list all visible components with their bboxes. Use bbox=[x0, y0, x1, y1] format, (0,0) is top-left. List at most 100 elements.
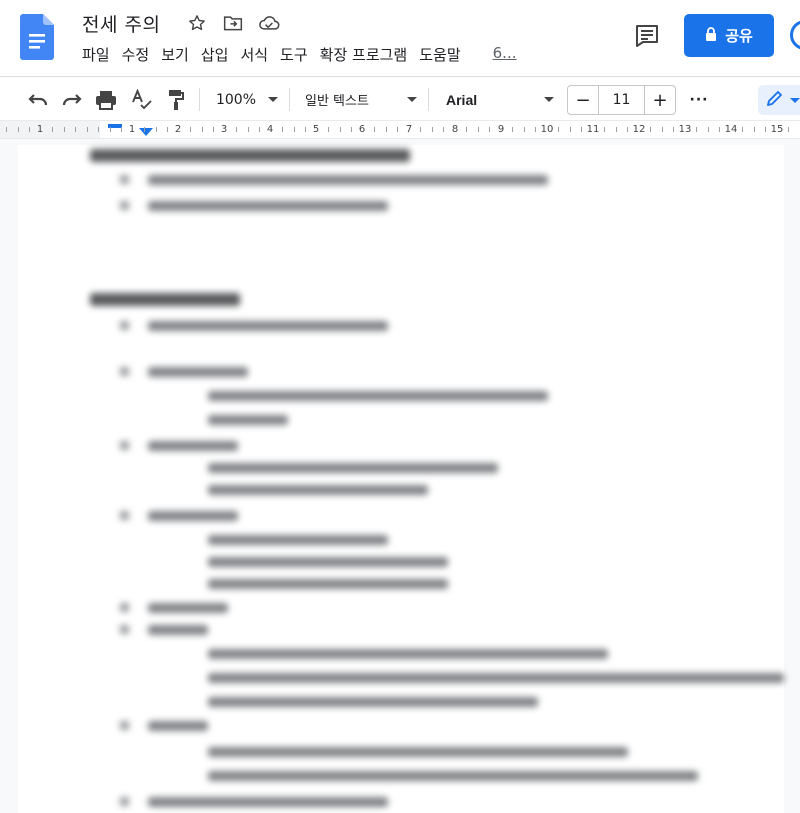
share-button[interactable]: 공유 bbox=[684, 14, 774, 57]
comment-history-icon[interactable] bbox=[633, 22, 661, 50]
toolbar: 100% 일반 텍스트 Arial − 11 + ··· bbox=[0, 76, 800, 121]
left-indent-marker[interactable] bbox=[139, 128, 153, 136]
ruler-tick bbox=[121, 127, 122, 132]
ruler-tick bbox=[477, 127, 479, 132]
document-title[interactable]: 전세 주의 bbox=[82, 10, 160, 37]
ruler-tick bbox=[351, 127, 352, 132]
ruler-tick bbox=[98, 127, 99, 132]
document-page[interactable] bbox=[18, 145, 784, 813]
spellcheck-icon[interactable] bbox=[129, 77, 155, 122]
ruler-number: 12 bbox=[632, 124, 646, 135]
cloud-status-icon[interactable] bbox=[258, 12, 280, 34]
ruler-tick bbox=[282, 127, 283, 132]
ruler-number: 5 bbox=[312, 124, 320, 135]
menu-bar: 파일 수정 보기 삽입 서식 도구 확장 프로그램 도움말 6... bbox=[82, 44, 529, 65]
ruler-tick bbox=[247, 127, 249, 132]
ruler-tick bbox=[236, 127, 237, 132]
header: 전세 주의 파일 수정 보기 삽입 서식 도구 확장 프로그램 도움말 6...… bbox=[0, 0, 800, 76]
avatar[interactable] bbox=[790, 20, 800, 50]
ruler-number: 10 bbox=[540, 124, 554, 135]
font-size-stepper: − 11 + bbox=[567, 85, 676, 115]
paint-format-icon[interactable] bbox=[164, 77, 188, 122]
undo-icon[interactable] bbox=[24, 77, 52, 122]
font-family-select[interactable]: Arial bbox=[446, 77, 554, 122]
ruler-tick bbox=[385, 127, 387, 132]
last-edit-link[interactable]: 6... bbox=[493, 44, 523, 65]
print-icon[interactable] bbox=[93, 77, 119, 122]
ruler-tick bbox=[788, 127, 789, 132]
more-options-button[interactable]: ··· bbox=[686, 77, 712, 122]
ruler-tick bbox=[707, 127, 709, 132]
ruler-tick bbox=[144, 127, 145, 132]
ruler-tick bbox=[86, 127, 88, 132]
ruler-number: 2 bbox=[174, 124, 182, 135]
star-icon[interactable] bbox=[186, 12, 208, 34]
ruler-tick bbox=[512, 127, 513, 132]
increase-font-size-button[interactable]: + bbox=[645, 86, 675, 114]
ruler-tick bbox=[29, 127, 30, 132]
paragraph-style-value: 일반 텍스트 bbox=[305, 94, 369, 109]
menu-extensions[interactable]: 확장 프로그램 bbox=[320, 44, 414, 65]
ruler-tick bbox=[523, 127, 525, 132]
share-label: 공유 bbox=[725, 27, 753, 45]
menu-file[interactable]: 파일 bbox=[82, 44, 116, 65]
paragraph-style-select[interactable]: 일반 텍스트 bbox=[305, 77, 417, 122]
ruler-tick bbox=[167, 127, 168, 132]
ruler-number: 6 bbox=[358, 124, 366, 135]
menu-view[interactable]: 보기 bbox=[161, 44, 195, 65]
ruler-number: 15 bbox=[770, 124, 784, 135]
ruler-tick bbox=[581, 127, 582, 132]
ruler-tick bbox=[627, 127, 628, 132]
ruler-number: 9 bbox=[497, 124, 505, 135]
chevron-down-icon bbox=[544, 97, 554, 102]
blurred-document-body bbox=[18, 145, 784, 813]
ruler-tick bbox=[569, 127, 571, 132]
ruler-number: 13 bbox=[678, 124, 692, 135]
redo-icon[interactable] bbox=[58, 77, 86, 122]
ruler-tick bbox=[535, 127, 536, 132]
pencil-icon bbox=[766, 89, 784, 111]
menu-edit[interactable]: 수정 bbox=[122, 44, 156, 65]
chevron-down-icon bbox=[268, 97, 279, 102]
ruler-tick bbox=[604, 127, 605, 132]
ruler-tick bbox=[558, 127, 559, 132]
ruler-number: 8 bbox=[451, 124, 459, 135]
ruler-tick bbox=[155, 127, 157, 132]
ruler-tick bbox=[742, 127, 743, 132]
chevron-down-icon bbox=[407, 97, 417, 102]
ruler-tick bbox=[443, 127, 444, 132]
menu-insert[interactable]: 삽입 bbox=[201, 44, 235, 65]
ruler-tick bbox=[696, 127, 697, 132]
move-to-folder-icon[interactable] bbox=[222, 12, 244, 34]
editing-mode-button[interactable] bbox=[758, 85, 800, 115]
ruler-tick bbox=[420, 127, 421, 132]
menu-tools[interactable]: 도구 bbox=[280, 44, 314, 65]
ruler-number: 3 bbox=[220, 124, 228, 135]
ruler-tick bbox=[765, 127, 766, 132]
ruler-tick bbox=[431, 127, 433, 132]
google-docs-logo-icon[interactable] bbox=[20, 14, 54, 60]
ruler-tick bbox=[6, 127, 7, 132]
horizontal-ruler[interactable]: 1 1 2 3 4 5 6 7 8 9 10 11 12 13 14 15 bbox=[0, 121, 800, 139]
ruler-tick bbox=[339, 127, 341, 132]
ruler-tick bbox=[190, 127, 191, 132]
menu-help[interactable]: 도움말 bbox=[419, 44, 466, 65]
ruler-tick bbox=[293, 127, 295, 132]
chevron-down-icon bbox=[790, 97, 800, 103]
ruler-number: 14 bbox=[724, 124, 738, 135]
zoom-select[interactable]: 100% bbox=[212, 77, 282, 122]
ruler-tick bbox=[17, 127, 19, 132]
font-size-input[interactable]: 11 bbox=[598, 86, 645, 114]
ruler-tick bbox=[259, 127, 260, 132]
decrease-font-size-button[interactable]: − bbox=[568, 86, 598, 114]
ruler-tick bbox=[374, 127, 375, 132]
ruler-tick bbox=[305, 127, 306, 132]
menu-format[interactable]: 서식 bbox=[240, 44, 274, 65]
document-canvas bbox=[0, 139, 800, 813]
ruler-tick bbox=[213, 127, 214, 132]
ruler-number: 11 bbox=[586, 124, 600, 135]
zoom-value: 100% bbox=[215, 91, 257, 108]
ruler-tick bbox=[673, 127, 674, 132]
ruler-number: 1 bbox=[36, 124, 44, 135]
ruler-tick bbox=[109, 127, 111, 132]
